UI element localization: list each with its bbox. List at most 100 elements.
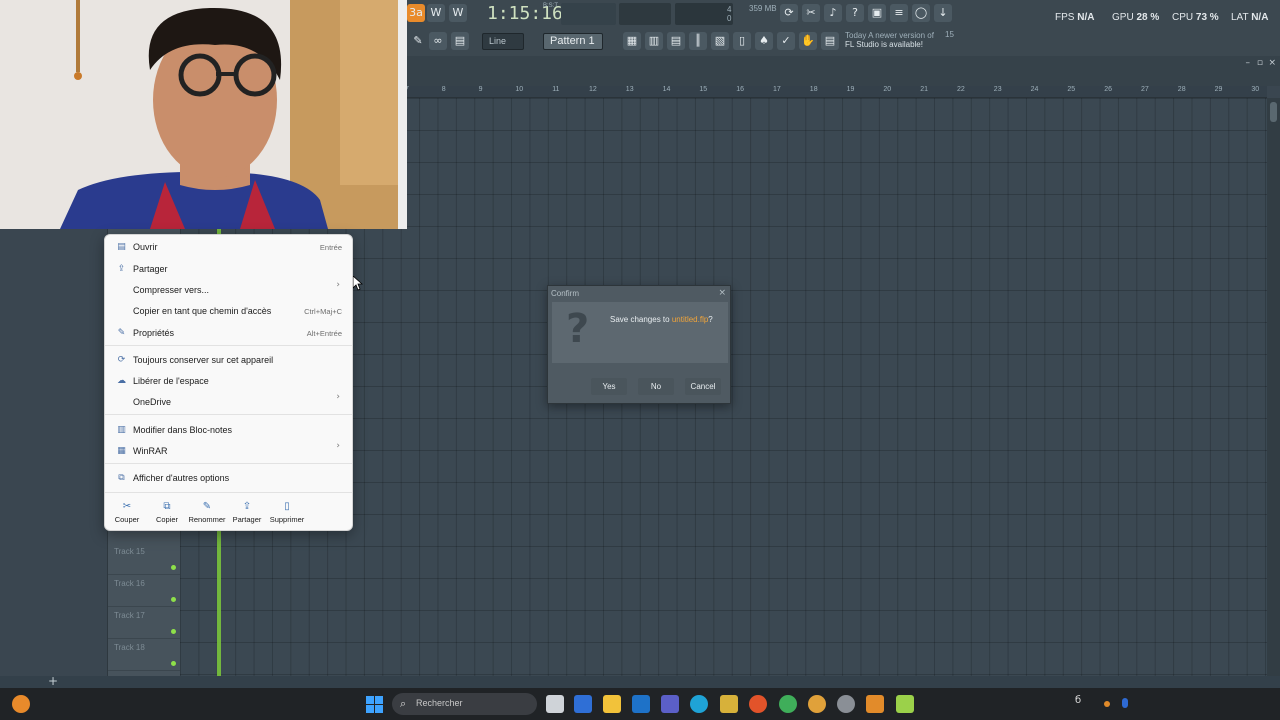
typing-keyboard-icon[interactable]: W xyxy=(427,4,445,22)
pattern-selector[interactable]: Pattern 1 xyxy=(543,33,603,50)
context-menu-item[interactable]: ▦ WinRAR › xyxy=(105,441,352,462)
context-menu-action-label: Copier xyxy=(155,515,179,524)
teams-icon[interactable] xyxy=(661,695,679,713)
taskbar-search[interactable]: ⌕ Rechercher xyxy=(392,693,537,715)
chevron-right-icon: › xyxy=(336,392,340,402)
outlook-icon[interactable] xyxy=(632,695,650,713)
snap-mode-dropdown[interactable]: Line xyxy=(482,33,524,50)
track-header[interactable]: Track 15 xyxy=(108,543,180,575)
app-icon-2[interactable] xyxy=(779,695,797,713)
cancel-button[interactable]: Cancel xyxy=(685,378,721,395)
dialog-file-name: untitled.flp xyxy=(671,315,709,324)
context-menu-action[interactable]: ✎ Renommer xyxy=(187,501,227,524)
context-menu-item[interactable]: ☁ Libérer de l'espace xyxy=(105,371,352,392)
chat-icon[interactable]: ◯ xyxy=(912,4,930,22)
news-line-2[interactable]: FL Studio is available! xyxy=(845,40,923,49)
no-button[interactable]: No xyxy=(638,378,674,395)
save-icon[interactable]: ▣ xyxy=(868,4,886,22)
stamp-icon[interactable]: ▤ xyxy=(451,32,469,50)
widget-weather-icon[interactable] xyxy=(12,695,30,713)
link-icon[interactable]: ∞ xyxy=(429,32,447,50)
tray-app-icon[interactable] xyxy=(1122,698,1128,708)
context-menu-item[interactable]: Copier en tant que chemin d'accès Ctrl+Ma… xyxy=(105,301,352,322)
context-menu-item[interactable]: ⧉ Afficher d'autres options xyxy=(105,468,352,489)
dialog-body: ? Save changes to untitled.flp? xyxy=(552,302,728,363)
latency-stat: LAT N/A xyxy=(1231,12,1269,23)
search-placeholder: Rechercher xyxy=(416,698,463,708)
context-menu-item[interactable]: OneDrive › xyxy=(105,392,352,413)
piano-roll-icon[interactable]: ▤ xyxy=(667,32,685,50)
cut-tool-icon[interactable]: ✂ xyxy=(802,4,820,22)
track-led-icon[interactable] xyxy=(171,629,176,634)
context-menu-item[interactable]: ▤ Ouvrir Entrée xyxy=(105,237,352,258)
menu-separator xyxy=(105,492,352,493)
download-icon[interactable]: ↓ xyxy=(934,4,952,22)
channel-rack-icon[interactable]: ▥ xyxy=(645,32,663,50)
mixer-view-icon[interactable]: ║ xyxy=(689,32,707,50)
context-menu-label: Ouvrir xyxy=(133,242,158,252)
vertical-scrollbar[interactable] xyxy=(1267,98,1280,688)
draw-tool-icon[interactable]: ✎ xyxy=(409,32,427,50)
tray-icon[interactable]: б xyxy=(1075,695,1093,713)
store-icon[interactable] xyxy=(574,695,592,713)
song-mode-button[interactable]: 3a xyxy=(407,4,425,22)
ruler-bar-number: 10 xyxy=(515,86,524,93)
edge-icon[interactable] xyxy=(690,695,708,713)
track-header[interactable]: Track 16 xyxy=(108,575,180,607)
reset-icon[interactable]: ⟳ xyxy=(780,4,798,22)
context-menu-item[interactable]: Compresser vers... › xyxy=(105,280,352,301)
ruler-bar-number: 14 xyxy=(662,86,671,93)
context-menu-label: Propriétés xyxy=(133,328,175,338)
context-menu-item[interactable]: ✎ Propriétés Alt+Entrée xyxy=(105,323,352,344)
microphone-icon[interactable]: ♪ xyxy=(824,4,842,22)
help-icon[interactable]: ? xyxy=(846,4,864,22)
mixer-icon[interactable]: ≡ xyxy=(890,4,908,22)
yes-button[interactable]: Yes xyxy=(591,378,627,395)
metronome-icon[interactable]: W xyxy=(449,4,467,22)
tray-dot-icon[interactable] xyxy=(1104,701,1110,707)
news-line-1[interactable]: Today A newer version of xyxy=(845,31,934,40)
maximize-icon[interactable]: ▫ xyxy=(1257,58,1263,68)
fl-studio-icon[interactable] xyxy=(866,695,884,713)
close-icon[interactable]: × xyxy=(1268,58,1276,68)
plugin-icon[interactable]: ♠ xyxy=(755,32,773,50)
track-header[interactable]: Track 17 xyxy=(108,607,180,639)
context-menu-label: Compresser vers... xyxy=(133,285,210,295)
context-menu-action[interactable]: ✂ Couper xyxy=(107,501,147,524)
file-explorer-icon[interactable] xyxy=(603,695,621,713)
touch-icon[interactable]: ✋ xyxy=(799,32,817,50)
track-name: Track 15 xyxy=(114,547,145,556)
minimize-icon[interactable]: – xyxy=(1246,58,1251,68)
project-icon[interactable]: ▯ xyxy=(733,32,751,50)
context-menu-shortcut: Entrée xyxy=(319,243,342,252)
add-track-icon[interactable]: + xyxy=(48,674,58,688)
share-icon: ⇪ xyxy=(117,264,126,274)
context-menu-action[interactable]: ▯ Supprimer xyxy=(267,501,307,524)
track-led-icon[interactable] xyxy=(171,597,176,602)
news-icon[interactable]: ▤ xyxy=(821,32,839,50)
context-menu-item[interactable]: ▥ Modifier dans Bloc-notes xyxy=(105,420,352,441)
context-menu-action[interactable]: ⇪ Partager xyxy=(227,501,267,524)
context-menu-shortcut: Alt+Entrée xyxy=(306,329,342,338)
scrollbar-thumb[interactable] xyxy=(1270,102,1277,122)
browser-icon[interactable]: ▧ xyxy=(711,32,729,50)
delete-icon: ▯ xyxy=(284,501,290,512)
context-menu-item[interactable]: ⟳ Toujours conserver sur cet appareil xyxy=(105,350,352,371)
timeline-ruler[interactable]: 7891011121314151617181920212223242526272… xyxy=(405,86,1267,98)
app-icon-4[interactable] xyxy=(896,695,914,713)
app-icon-1[interactable] xyxy=(720,695,738,713)
track-led-icon[interactable] xyxy=(171,661,176,666)
windows-start-icon[interactable] xyxy=(366,696,383,713)
track-led-icon[interactable] xyxy=(171,565,176,570)
firefox-icon[interactable] xyxy=(749,695,767,713)
playlist-icon[interactable]: ▦ xyxy=(623,32,641,50)
context-menu-item[interactable]: ⇪ Partager xyxy=(105,259,352,280)
tempo-icon[interactable]: ✓ xyxy=(777,32,795,50)
app-icon-3[interactable] xyxy=(837,695,855,713)
chrome-icon[interactable] xyxy=(808,695,826,713)
time-unit-label: B:S:T xyxy=(543,3,559,9)
track-header[interactable]: Track 18 xyxy=(108,639,180,671)
dialog-close-icon[interactable]: × xyxy=(718,288,726,298)
context-menu-action[interactable]: ⧉ Copier xyxy=(147,501,187,524)
task-view-icon[interactable] xyxy=(546,695,564,713)
